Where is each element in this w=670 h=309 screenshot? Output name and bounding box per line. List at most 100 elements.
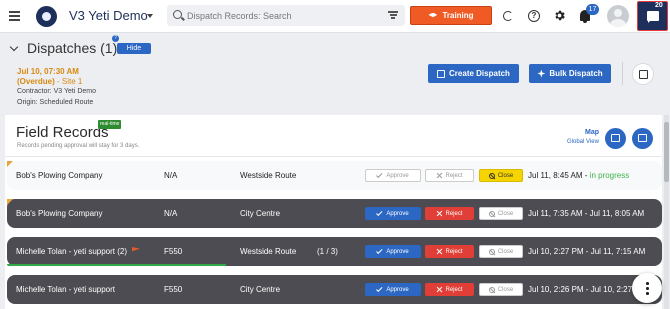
global-view-label[interactable]: Global View <box>567 139 599 145</box>
bulk-icon <box>537 69 546 78</box>
row-route: Westside Route <box>240 247 297 256</box>
plus-square-icon <box>437 69 446 78</box>
row-name: Michelle Tolan - yeti support <box>16 285 116 294</box>
row-vehicle: F550 <box>164 285 183 294</box>
dispatch-origin: Origin: Scheduled Route <box>17 99 94 106</box>
info-icon[interactable]: ? <box>112 35 119 42</box>
row-time: Jul 11, 8:45 AM - in progress <box>528 171 630 180</box>
approve-button[interactable]: Approve <box>365 169 421 182</box>
top-bar: V3 Yeti Demo Training ? 17 20 <box>0 0 670 33</box>
approve-button[interactable]: Approve <box>365 207 421 220</box>
row-time: Jul 10, 2:26 PM - Jul 10, 2:27 PM <box>528 285 647 294</box>
notification-badge: 17 <box>586 4 599 15</box>
check-icon <box>376 209 383 216</box>
dispatch-status: (Overdue) - Site 1 <box>17 77 82 86</box>
dispatch-contractor: Contractor: V3 Yeti Demo <box>17 88 96 95</box>
approve-button[interactable]: Approve <box>365 245 421 258</box>
row-route: City Centre <box>240 209 281 218</box>
chat-badge: 20 <box>655 2 663 9</box>
close-button[interactable]: Close <box>479 245 523 258</box>
chevron-down-icon[interactable] <box>147 14 153 18</box>
table-row[interactable]: Bob's Plowing Company N/A Westside Route… <box>7 161 662 190</box>
reject-button[interactable]: Reject <box>425 169 474 182</box>
field-records-title: Field Records <box>16 124 109 141</box>
row-name: Bob's Plowing Company <box>16 171 103 180</box>
divider <box>5 156 662 157</box>
bulk-dispatch-label: Bulk Dispatch <box>549 69 603 78</box>
realtime-badge: real-time <box>98 120 122 129</box>
flag-icon <box>132 247 140 252</box>
logo-icon[interactable] <box>36 6 57 27</box>
close-button[interactable]: Close <box>479 207 523 220</box>
training-button[interactable]: Training <box>410 6 492 25</box>
row-route: Westside Route <box>240 171 297 180</box>
map-button[interactable] <box>605 128 626 149</box>
x-icon <box>436 211 442 217</box>
row-time: Jul 10, 2:27 PM - Jul 11, 7:15 AM <box>528 247 646 256</box>
bulk-dispatch-button[interactable]: Bulk Dispatch <box>529 64 611 83</box>
row-name: Bob's Plowing Company <box>16 209 103 218</box>
reject-button[interactable]: Reject <box>425 283 474 296</box>
row-progress: (1 / 3) <box>317 247 338 256</box>
calendar-icon <box>639 70 648 79</box>
dispatches-title: Dispatches (1) <box>27 40 118 56</box>
close-button[interactable]: Close <box>479 169 523 182</box>
reject-button[interactable]: Reject <box>425 207 474 220</box>
graduation-cap-icon <box>428 12 438 18</box>
row-time: Jul 11, 7:35 AM - Jul 11, 8:05 AM <box>528 209 645 218</box>
dispatch-time[interactable]: Jul 10, 07:30 AM <box>17 67 79 76</box>
row-vehicle: N/A <box>164 209 178 218</box>
no-entry-icon <box>488 172 495 179</box>
gear-icon[interactable] <box>553 9 566 22</box>
search-icon <box>173 10 182 19</box>
row-vehicle: F550 <box>164 247 183 256</box>
chat-button[interactable] <box>637 1 668 31</box>
check-icon <box>376 247 383 254</box>
refresh-icon[interactable] <box>503 11 513 21</box>
no-entry-icon <box>488 286 495 293</box>
approve-button[interactable]: Approve <box>365 283 421 296</box>
no-entry-icon <box>488 248 495 255</box>
table-row[interactable]: Michelle Tolan - yeti support (2) F550 W… <box>7 237 662 266</box>
no-entry-icon <box>488 210 495 217</box>
scrollbar-thumb[interactable] <box>664 122 669 182</box>
table-row[interactable]: Michelle Tolan - yeti support F550 City … <box>7 275 662 304</box>
close-button[interactable]: Close <box>479 283 523 296</box>
table-row[interactable]: Bob's Plowing Company N/A City Centre Ap… <box>7 199 662 228</box>
map-label[interactable]: Map <box>585 129 599 136</box>
row-route: City Centre <box>240 285 281 294</box>
more-vertical-icon <box>646 282 649 285</box>
corner-marker <box>7 199 13 205</box>
check-icon <box>376 171 383 178</box>
open-external-icon <box>638 134 647 142</box>
map-icon <box>611 134 620 142</box>
open-external-button[interactable] <box>632 128 653 149</box>
calendar-button[interactable] <box>632 63 654 85</box>
row-name: Michelle Tolan - yeti support (2) <box>16 247 128 256</box>
overdue-label: (Overdue) <box>17 77 55 86</box>
hide-button[interactable]: Hide <box>117 43 151 54</box>
x-icon <box>436 173 442 179</box>
row-progress-bar <box>7 264 226 266</box>
reject-button[interactable]: Reject <box>425 245 474 258</box>
training-label: Training <box>442 11 474 20</box>
site-label: - Site 1 <box>54 77 83 86</box>
create-dispatch-button[interactable]: Create Dispatch <box>428 64 519 83</box>
search-bar <box>167 5 405 26</box>
x-icon <box>436 287 442 293</box>
avatar[interactable] <box>607 5 629 27</box>
create-dispatch-label: Create Dispatch <box>449 69 510 78</box>
status-in-progress: in progress <box>589 171 630 180</box>
pending-note: Records pending approval will stay for 3… <box>17 143 140 149</box>
more-options-button[interactable] <box>632 273 662 303</box>
check-icon <box>376 285 383 292</box>
help-icon[interactable]: ? <box>528 10 540 22</box>
divider <box>622 62 623 85</box>
collapse-dispatches-icon[interactable] <box>9 42 19 52</box>
row-vehicle: N/A <box>164 171 178 180</box>
search-input[interactable] <box>187 8 367 23</box>
filter-icon[interactable] <box>388 11 398 20</box>
chat-icon <box>647 11 659 23</box>
menu-icon[interactable] <box>9 11 20 21</box>
app-title[interactable]: V3 Yeti Demo <box>69 8 148 23</box>
